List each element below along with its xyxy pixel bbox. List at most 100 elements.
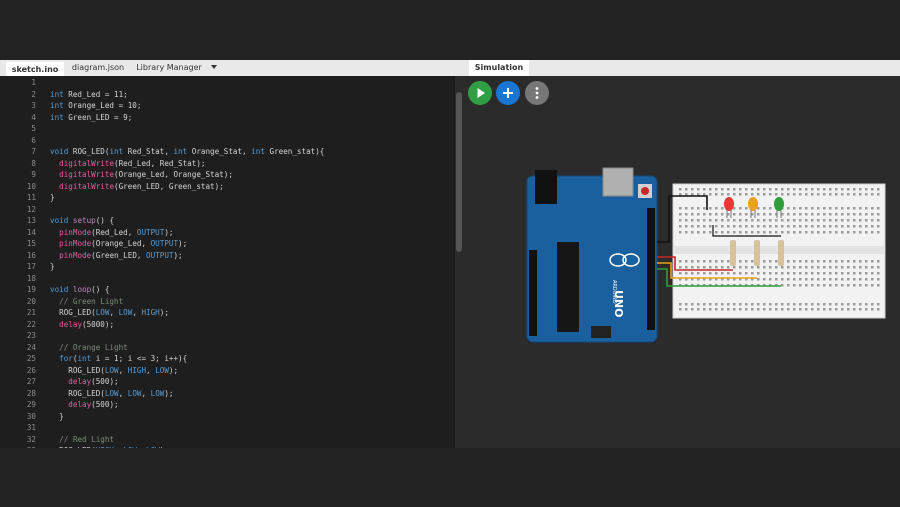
code-text: delay(5000); xyxy=(59,319,115,329)
code-text: delay(500); xyxy=(68,400,119,409)
line-number: 30 xyxy=(26,411,36,421)
code-text: } xyxy=(50,411,64,421)
line-number: 24 xyxy=(26,342,36,352)
line-number: 12 xyxy=(26,204,36,214)
code-text: ROG_LED(LOW, LOW, HIGH); xyxy=(50,308,169,317)
line-number: 15 xyxy=(26,239,36,248)
code-text: // Green Light xyxy=(50,296,124,306)
digital-header xyxy=(647,208,655,330)
tabs-dropdown-button[interactable] xyxy=(208,60,220,76)
bottom-bar xyxy=(0,448,900,507)
code-line[interactable]: 23 xyxy=(0,330,455,342)
code-line[interactable]: 18 xyxy=(0,273,455,285)
code-text: int Green_LED = 9; xyxy=(50,112,133,122)
simulation-canvas[interactable]: ARDUINO UNO xyxy=(463,60,900,448)
code-text: pinMode(Green_LED, OUTPUT); xyxy=(59,250,183,260)
line-number: 9 xyxy=(31,170,36,179)
code-line[interactable]: 30 } xyxy=(0,411,455,423)
code-text: int Orange_Led = 10; xyxy=(50,101,142,110)
code-line[interactable]: 28 ROG_LED(LOW, LOW, LOW); xyxy=(0,388,455,400)
code-text: void ROG_LED(int Red_Stat, int Orange_St… xyxy=(50,147,325,156)
code-text: void setup() { xyxy=(50,216,115,225)
code-line[interactable]: 11} xyxy=(0,192,455,204)
line-number: 6 xyxy=(31,135,36,145)
code-line[interactable]: 14 pinMode(Red_Led, OUTPUT); xyxy=(0,227,455,239)
code-area[interactable]: 1 2 int Red_Led = 11; 3 int Orange_Led = 10;… xyxy=(0,76,455,448)
atmega-chip xyxy=(557,242,579,332)
line-number: 4 xyxy=(31,112,36,122)
code-line[interactable]: 15 pinMode(Orange_Led, OUTPUT); xyxy=(0,238,455,250)
code-line[interactable]: 9 digitalWrite(Orange_Led, Orange_Stat); xyxy=(0,169,455,181)
line-number: 17 xyxy=(26,262,36,271)
line-number: 8 xyxy=(31,158,36,168)
tab-library-manager[interactable]: Library Manager xyxy=(132,60,206,76)
code-line[interactable]: 1 xyxy=(0,77,455,89)
code-line[interactable]: 25 for(int i = 1; i <= 3; i++){ xyxy=(0,353,455,365)
caret-down-icon xyxy=(211,65,217,69)
code-text: pinMode(Orange_Led, OUTPUT); xyxy=(59,239,188,248)
code-line[interactable]: 26 ROG_LED(LOW, HIGH, LOW); xyxy=(0,365,455,377)
top-bar xyxy=(0,0,900,60)
code-text: } xyxy=(50,193,55,202)
code-line[interactable]: 7 void ROG_LED(int Red_Stat, int Orange_S… xyxy=(0,146,455,158)
line-number: 27 xyxy=(26,377,36,386)
code-line[interactable]: 3 int Orange_Led = 10; xyxy=(0,100,455,112)
power-jack xyxy=(535,170,557,204)
scrollbar-thumb[interactable] xyxy=(456,92,462,252)
code-text: delay(500); xyxy=(68,377,119,386)
code-line[interactable]: 6 xyxy=(0,135,455,147)
code-text: ROG_LED(LOW, LOW, LOW); xyxy=(50,388,174,398)
line-number: 5 xyxy=(31,124,36,133)
code-text: digitalWrite(Green_LED, Green_stat); xyxy=(59,181,224,191)
line-number: 29 xyxy=(26,400,36,409)
line-number: 13 xyxy=(26,216,36,225)
line-number: 19 xyxy=(26,285,36,294)
code-text: ROG_LED(LOW, HIGH, LOW); xyxy=(50,365,179,375)
line-number: 20 xyxy=(26,296,36,306)
line-number: 28 xyxy=(26,388,36,398)
code-text: pinMode(Red_Led, OUTPUT); xyxy=(59,227,174,237)
line-number: 10 xyxy=(26,181,36,191)
code-text: // Red Light xyxy=(50,434,115,444)
editor-tab-bar: sketch.ino diagram.json Library Manager xyxy=(0,60,463,76)
code-line[interactable]: 8 digitalWrite(Red_Led, Red_Stat); xyxy=(0,158,455,170)
code-line[interactable]: 13 void setup() { xyxy=(0,215,455,227)
code-text: int Red_Led = 11; xyxy=(50,89,128,99)
icsp-header xyxy=(591,326,611,338)
code-line[interactable]: 20 // Green Light xyxy=(0,296,455,308)
line-number: 32 xyxy=(26,434,36,444)
code-line[interactable]: 24 // Orange Light xyxy=(0,342,455,354)
code-line[interactable]: 16 pinMode(Green_LED, OUTPUT); xyxy=(0,250,455,262)
code-text: digitalWrite(Red_Led, Red_Stat); xyxy=(59,158,206,168)
code-line[interactable]: 22 delay(5000); xyxy=(0,319,455,331)
code-line[interactable]: 2 int Red_Led = 11; xyxy=(0,89,455,101)
line-number: 16 xyxy=(26,250,36,260)
line-number: 7 xyxy=(31,147,36,156)
code-text: void loop() { xyxy=(50,285,110,294)
tab-sketch-ino[interactable]: sketch.ino xyxy=(6,60,64,76)
code-line[interactable]: 31 xyxy=(0,422,455,434)
code-line[interactable]: 12 xyxy=(0,204,455,216)
code-line[interactable]: 4 int Green_LED = 9; xyxy=(0,112,455,124)
code-line[interactable]: 10 digitalWrite(Green_LED, Green_stat); xyxy=(0,181,455,193)
arduino-uno-board[interactable]: ARDUINO UNO xyxy=(526,167,658,343)
line-number: 22 xyxy=(26,319,36,329)
board-model-label: UNO xyxy=(612,290,625,318)
code-line[interactable]: 19 void loop() { xyxy=(0,284,455,296)
usb-port xyxy=(602,167,634,197)
code-line[interactable]: 27 delay(500); xyxy=(0,376,455,388)
tab-diagram-json[interactable]: diagram.json xyxy=(66,60,130,76)
code-line[interactable]: 32 // Red Light xyxy=(0,434,455,446)
code-line[interactable]: 17} xyxy=(0,261,455,273)
code-text: digitalWrite(Orange_Led, Orange_Stat); xyxy=(59,170,233,179)
code-line[interactable]: 21 ROG_LED(LOW, LOW, HIGH); xyxy=(0,307,455,319)
line-number: 25 xyxy=(26,354,36,363)
code-line[interactable]: 5 xyxy=(0,123,455,135)
line-number: 23 xyxy=(26,331,36,340)
code-line[interactable]: 29 delay(500); xyxy=(0,399,455,411)
line-number: 31 xyxy=(26,423,36,432)
editor-scrollbar[interactable] xyxy=(455,76,463,448)
line-number: 14 xyxy=(26,227,36,237)
line-number: 11 xyxy=(26,193,36,202)
line-number: 1 xyxy=(31,78,36,87)
